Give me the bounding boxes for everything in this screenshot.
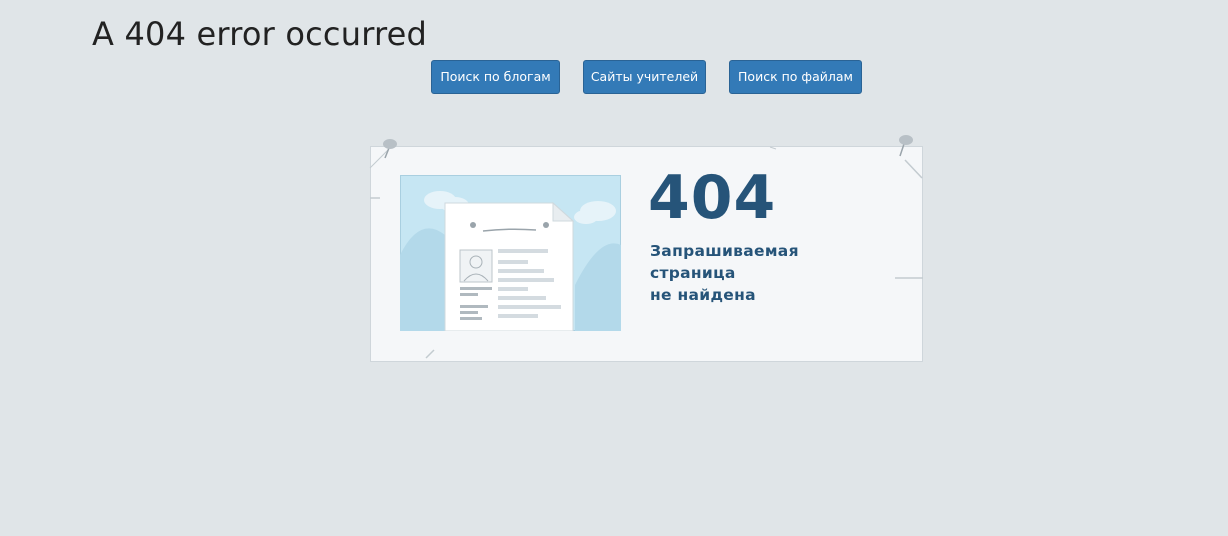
missing-document-icon: [400, 175, 621, 331]
page-title: A 404 error occurred: [92, 15, 428, 53]
error-message-line: страница: [650, 264, 736, 282]
search-blogs-button[interactable]: Поиск по блогам: [431, 60, 560, 94]
error-code: 404: [648, 163, 777, 233]
search-files-button[interactable]: Поиск по файлам: [729, 60, 862, 94]
error-message-line: не найдена: [650, 286, 756, 304]
error-message: Запрашиваемая страница не найдена: [650, 240, 870, 306]
teacher-sites-button[interactable]: Сайты учителей: [583, 60, 706, 94]
nav-buttons: Поиск по блогам Сайты учителей Поиск по …: [0, 60, 1228, 94]
error-message-line: Запрашиваемая: [650, 242, 799, 260]
